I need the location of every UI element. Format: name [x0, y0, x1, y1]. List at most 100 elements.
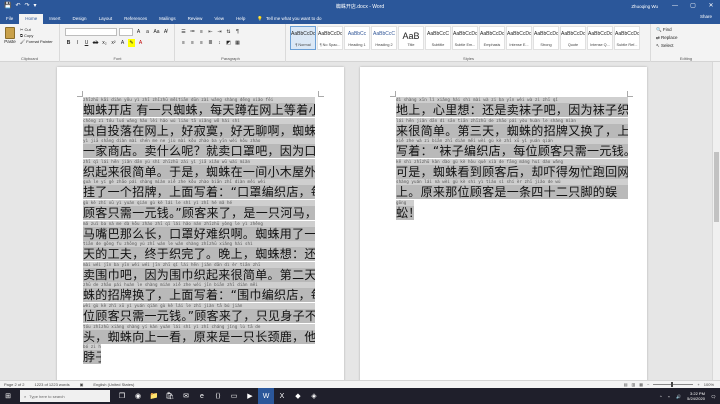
tab-help[interactable]: Help [230, 14, 251, 24]
text-line[interactable]: chóng zì tóu luó wǎng hǎo lèi hǎo wú liá… [83, 117, 315, 139]
align-right-icon[interactable]: ≡ [198, 39, 205, 47]
autosave-icon[interactable]: 💾 [4, 0, 11, 12]
tab-view[interactable]: View [208, 14, 230, 24]
app-icon[interactable]: ◈ [306, 388, 322, 404]
text-line[interactable]: kě shì zhīzhū kàn dào gù kè hòu què xià … [396, 158, 628, 180]
style-item[interactable]: AaBbCcDc ¶ No Spac... [317, 26, 343, 50]
text-line[interactable]: zhū de zhāo pái huàn le shàng miàn xiě z… [83, 282, 315, 303]
replace-button[interactable]: ⇄ Replace [656, 35, 678, 41]
clock[interactable]: 3:22 PM 5/24/2020 [687, 391, 705, 401]
tab-design[interactable]: Design [67, 14, 93, 24]
zoom-level[interactable]: 100% [704, 382, 714, 387]
tab-home[interactable]: Home [19, 14, 44, 24]
text-line[interactable]: yì jiā shāng diàn mài shén me ne jiù mài… [83, 138, 315, 159]
find-button[interactable]: 🔍 Find [656, 27, 678, 33]
text-line[interactable]: xiě zhe wà zi biān zhī diàn měi wèi gù k… [396, 138, 628, 159]
file-explorer-icon[interactable]: 📁 [146, 388, 162, 404]
text-line[interactable]: gù kè zhǐ xū yì yuán qián gù kè lái le s… [83, 199, 315, 221]
style-item[interactable]: AaBbCcDc Subtle Em... [452, 26, 478, 50]
customize-qat-icon[interactable]: ▾ [34, 0, 37, 12]
text-line[interactable]: guà le yí gè zhāo pái shàng miàn xiě zhe… [83, 179, 315, 200]
language-indicator[interactable]: English (United States) [93, 382, 134, 387]
tab-layout[interactable]: Layout [93, 14, 119, 24]
chevron-up-icon[interactable]: ^ [660, 394, 662, 399]
word-icon[interactable]: W [258, 388, 274, 404]
text-line[interactable]: zhī qǐ lái hěn jiǎn dān yú shì zhīzhū zà… [83, 158, 315, 180]
align-center-icon[interactable]: ≡ [189, 39, 196, 47]
undo-icon[interactable]: ↶ [15, 0, 20, 12]
page-2-text[interactable]: dì shàng xīn lǐ xiǎng hái shì mài wà zi … [396, 97, 628, 221]
format-painter-button[interactable]: 🖌 Format Painter [20, 39, 53, 44]
page-1-text[interactable]: zhīzhū kāi diàn yǒu yì zhī zhīzhū měitiā… [83, 97, 315, 365]
windows-start-icon[interactable]: ⊞ [0, 388, 16, 404]
style-item[interactable]: AaBbCcDc Intense E... [506, 26, 532, 50]
scrollbar-thumb[interactable] [714, 152, 719, 222]
web-layout-icon[interactable]: ▦ [639, 382, 643, 387]
style-item[interactable]: AaBbCcC Subtitle [425, 26, 451, 50]
font-name-box[interactable] [65, 28, 117, 36]
highlight-icon[interactable]: ✎ [128, 39, 135, 47]
shrink-font-icon[interactable]: a [144, 28, 151, 36]
sort-icon[interactable]: ⇅ [225, 28, 232, 36]
underline-icon[interactable]: U [83, 39, 90, 47]
style-item[interactable]: AaBbCcDc Emphasis [479, 26, 505, 50]
text-line[interactable]: mǎ zuǐ ba nà me dà kǒu zhào zhī qǐ lái h… [83, 220, 315, 242]
change-case-icon[interactable]: Aa [153, 28, 160, 36]
mail-icon[interactable]: ✉ [178, 388, 194, 404]
close-button[interactable]: ✕ [702, 0, 720, 12]
user-name[interactable]: Zhuoqing Wu [631, 4, 658, 9]
bullets-icon[interactable]: ☰ [180, 28, 187, 36]
text-line[interactable]: wèi gù kè zhǐ xū yì yuán qián gù kè lái … [83, 302, 315, 324]
align-left-icon[interactable]: ≡ [180, 39, 187, 47]
app-icon[interactable]: ◆ [290, 388, 306, 404]
document-area[interactable]: zhīzhū kāi diàn yǒu yì zhī zhīzhū měitiā… [0, 62, 712, 380]
volume-icon[interactable]: 🔊 [676, 394, 681, 399]
text-line[interactable]: tiān de gōng fu zhōng yú zhī wán le wǎn … [83, 241, 315, 262]
network-icon[interactable]: ⌁ [668, 394, 670, 399]
taskbar-search[interactable]: ⌕ Type here to search [20, 390, 110, 402]
zoom-slider-handle[interactable] [671, 382, 674, 387]
redo-icon[interactable]: ↷ [25, 0, 30, 12]
style-item[interactable]: AaBbCcDc Strong [533, 26, 559, 50]
style-item[interactable]: AaBbCcDc Subtle Ref... [614, 26, 640, 50]
text-line[interactable]: dì shàng xīn lǐ xiǎng hái shì mài wà zi … [396, 97, 628, 118]
italic-icon[interactable]: I [74, 39, 81, 47]
grow-font-icon[interactable]: A [135, 28, 142, 36]
read-mode-icon[interactable]: ▤ [624, 382, 628, 387]
font-color-icon[interactable]: A [137, 39, 144, 47]
zoom-slider[interactable] [653, 382, 694, 387]
share-button[interactable]: Share [700, 14, 712, 19]
style-item[interactable]: AaB Title [398, 26, 424, 50]
style-item[interactable]: AaBbCcDc ¶ Normal [290, 26, 316, 50]
proofing-icon[interactable]: ▣ [80, 382, 84, 387]
text-line[interactable]: bó zi hé dà shù yí yàng gāo nǎo dai cóng… [83, 344, 315, 365]
font-size-box[interactable] [119, 28, 133, 36]
text-line[interactable]: mài wéi jīn ba yīn wèi wéi jīn zhī qǐ lá… [83, 261, 315, 283]
tell-me-box[interactable]: 💡 Tell me what you want to do [257, 14, 321, 24]
text-line[interactable]: lái hěn jiǎn dān dì sān tiān zhīzhū de z… [396, 117, 628, 139]
tab-mailings[interactable]: Mailings [153, 14, 182, 24]
chrome-icon[interactable]: ◉ [130, 388, 146, 404]
increase-indent-icon[interactable]: ⇥ [216, 28, 223, 36]
vscode-icon[interactable]: ⟨⟩ [210, 388, 226, 404]
numbering-icon[interactable]: ≔ [189, 28, 196, 36]
style-item[interactable]: AaBbCcC Heading 2 [371, 26, 397, 50]
zoom-out-icon[interactable]: − [647, 382, 649, 387]
multilevel-icon[interactable]: ≡ [198, 28, 205, 36]
subscript-icon[interactable]: x₂ [101, 39, 108, 47]
text-line[interactable]: tóu zhīzhū xiàng shàng yí kàn yuán lái s… [83, 323, 315, 345]
cut-button[interactable]: ✂ Cut [20, 27, 53, 32]
zoom-app-icon[interactable]: ▶ [242, 388, 258, 404]
excel-icon[interactable]: X [274, 388, 290, 404]
text-line[interactable]: shàng yuán lái nà wèi gù kè shì yì tiáo … [396, 179, 628, 200]
tab-references[interactable]: References [118, 14, 153, 24]
store-icon[interactable]: 🛍 [162, 388, 178, 404]
print-layout-icon[interactable]: ▥ [632, 382, 636, 387]
paste-button[interactable]: Paste [3, 27, 17, 44]
strikethrough-icon[interactable]: ab [92, 39, 99, 47]
tab-review[interactable]: Review [182, 14, 209, 24]
style-item[interactable]: AaBbCc Heading 1 [344, 26, 370, 50]
zoom-in-icon[interactable]: + [697, 382, 699, 387]
tab-file[interactable]: File [0, 14, 19, 24]
style-item[interactable]: AaBbCcDc Intense Q... [587, 26, 613, 50]
